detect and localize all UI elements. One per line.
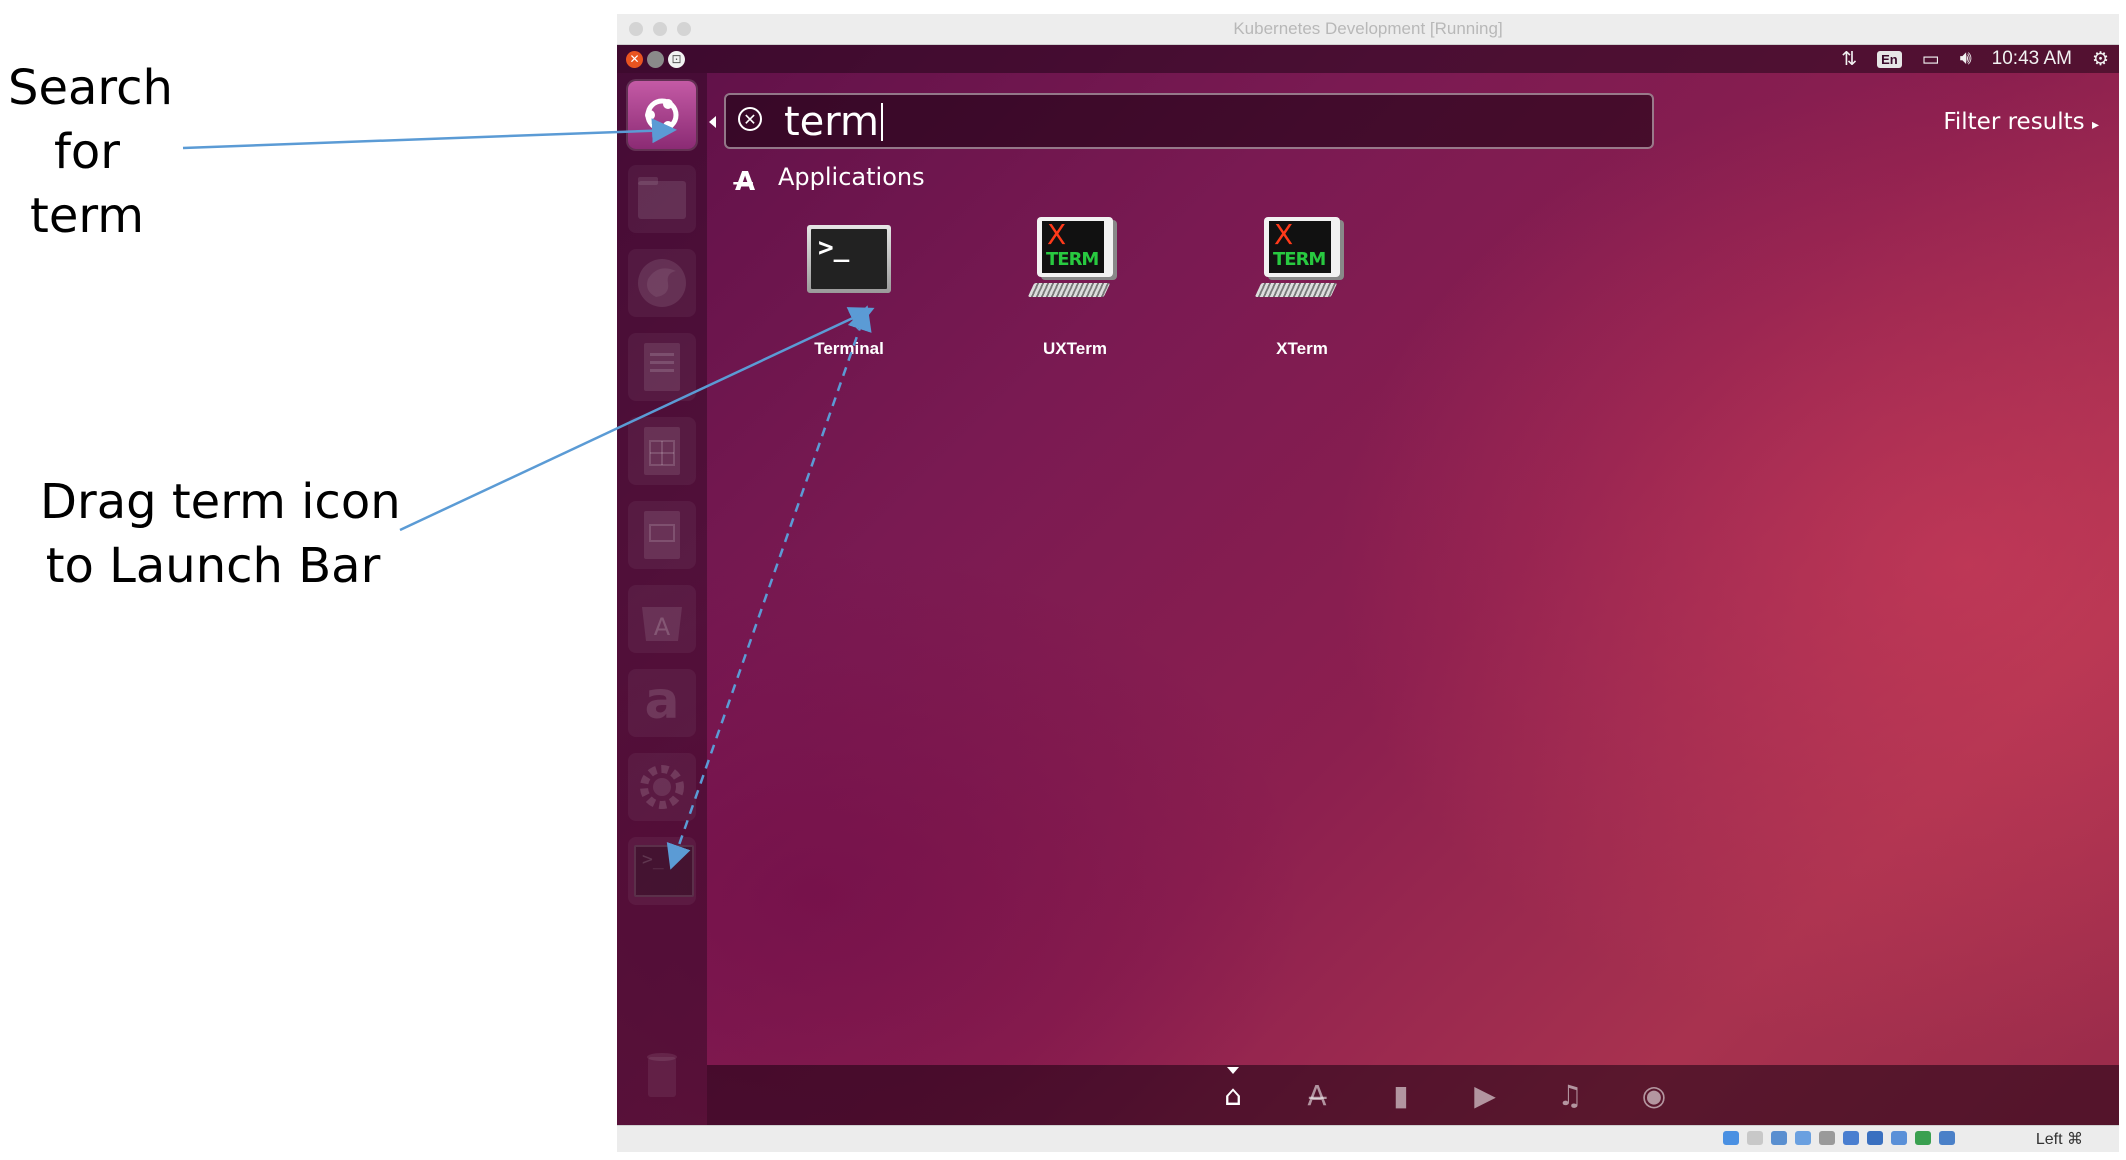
- chevron-right-icon: ▸: [2091, 117, 2099, 133]
- applications-category-icon: A̶: [735, 167, 756, 197]
- amazon-icon[interactable]: a: [628, 669, 696, 737]
- mouse-integration-icon[interactable]: [1939, 1131, 1955, 1145]
- display-icon[interactable]: [1867, 1131, 1883, 1145]
- annotation-line: Drag term icon: [40, 474, 401, 530]
- software-center-icon[interactable]: A: [628, 585, 696, 653]
- cpu-icon[interactable]: [1915, 1131, 1931, 1145]
- launcher: A a >_: [617, 73, 707, 1125]
- gear-icon[interactable]: ⚙: [2092, 48, 2109, 71]
- dash-minimize-button[interactable]: [647, 51, 664, 68]
- optical-drive-icon[interactable]: [1747, 1131, 1763, 1145]
- terminal-icon[interactable]: >_: [628, 837, 696, 905]
- dash-search-input[interactable]: ✕ term: [724, 93, 1654, 149]
- video-capture-icon[interactable]: [1891, 1131, 1907, 1145]
- annotation-line: for: [54, 124, 120, 180]
- usb-icon[interactable]: [1819, 1131, 1835, 1145]
- settings-icon[interactable]: [628, 753, 696, 821]
- xterm-icon: X TERM: [1037, 217, 1113, 277]
- dash-maximize-button[interactable]: ⊡: [668, 51, 685, 68]
- clock[interactable]: 10:43 AM: [1992, 48, 2072, 70]
- xterm-keyboard: [1254, 283, 1338, 297]
- home-icon[interactable]: ⌂: [1213, 1079, 1253, 1113]
- app-result-terminal[interactable]: >_ Terminal: [774, 225, 924, 358]
- annotation-line: Search: [8, 60, 173, 116]
- xterm-term-glyph: TERM: [1046, 249, 1099, 270]
- filter-results-button[interactable]: Filter results ▸: [1943, 109, 2099, 135]
- arrow-search: [182, 118, 677, 150]
- terminal-launcher-tile: >_: [634, 845, 694, 897]
- app-result-xterm[interactable]: X TERM XTerm: [1227, 217, 1377, 358]
- applications-icon[interactable]: A̶: [1297, 1079, 1337, 1113]
- window-title: Kubernetes Development [Running]: [1233, 19, 1503, 38]
- active-lens-marker: [1227, 1067, 1239, 1074]
- category-heading: Applications: [778, 163, 925, 191]
- battery-icon[interactable]: ▭: [1922, 48, 1940, 71]
- impress-icon[interactable]: [628, 501, 696, 569]
- xterm-term-glyph: TERM: [1273, 249, 1326, 270]
- text-caret: [881, 103, 883, 141]
- xterm-keyboard: [1027, 283, 1111, 297]
- music-icon[interactable]: ♫: [1550, 1079, 1590, 1113]
- panel-indicators: ⇅ En ▭ 🔊︎ 10:43 AM ⚙: [1841, 48, 2109, 70]
- top-panel: ✕ ⊡ ⇅ En ▭ 🔊︎ 10:43 AM ⚙: [617, 45, 2119, 73]
- audio-icon[interactable]: [1771, 1131, 1787, 1145]
- calc-icon[interactable]: [628, 417, 696, 485]
- svg-text:A: A: [654, 613, 671, 641]
- annotation-search: Search for term: [8, 56, 173, 248]
- ubuntu-dash-icon[interactable]: [628, 81, 696, 149]
- photos-icon[interactable]: ◉: [1634, 1079, 1674, 1113]
- clear-search-icon[interactable]: ✕: [738, 107, 762, 131]
- shared-folders-icon[interactable]: [1843, 1131, 1859, 1145]
- keyboard-language-indicator[interactable]: En: [1877, 50, 1902, 68]
- terminal-prompt-glyph: >_: [642, 849, 664, 870]
- xterm-icon: X TERM: [1264, 217, 1340, 277]
- app-result-uxterm[interactable]: X TERM UXTerm: [1000, 217, 1150, 358]
- vbox-status-bar: Left ⌘: [617, 1125, 2119, 1152]
- dash-lens-bar: ⌂ A̶ ▮ ▶ ♫ ◉: [707, 1065, 2119, 1125]
- video-icon[interactable]: ▶: [1465, 1079, 1505, 1113]
- search-text-wrap: term: [784, 99, 883, 145]
- search-query: term: [784, 99, 879, 145]
- terminal-prompt-glyph: >_: [818, 233, 850, 263]
- vm-desktop: ✕ ⊡ ⇅ En ▭ 🔊︎ 10:43 AM ⚙ A a >_ ✕ term F…: [617, 45, 2119, 1125]
- xterm-x-glyph: X: [1047, 218, 1067, 251]
- trash-icon[interactable]: [628, 1043, 696, 1111]
- dash-close-button[interactable]: ✕: [626, 51, 643, 68]
- annotation-line: term: [30, 188, 144, 244]
- xterm-x-glyph: X: [1274, 218, 1294, 251]
- network-adapter-icon[interactable]: [1795, 1131, 1811, 1145]
- volume-icon[interactable]: 🔊︎: [1960, 48, 1972, 70]
- network-icon[interactable]: ⇅: [1841, 48, 1857, 71]
- app-name: UXTerm: [1043, 339, 1107, 358]
- writer-icon[interactable]: [628, 333, 696, 401]
- launcher-active-marker: [709, 116, 716, 128]
- window-titlebar[interactable]: Kubernetes Development [Running]: [617, 14, 2119, 45]
- app-name: Terminal: [814, 339, 884, 358]
- app-name: XTerm: [1276, 339, 1328, 358]
- annotation-drag: Drag term icon to Launch Bar: [40, 470, 401, 598]
- terminal-icon: >_: [807, 225, 891, 293]
- hard-disk-icon[interactable]: [1723, 1131, 1739, 1145]
- files-icon[interactable]: ▮: [1381, 1079, 1421, 1113]
- firefox-icon[interactable]: [628, 249, 696, 317]
- host-key-label: Left ⌘: [2035, 1131, 2083, 1148]
- annotation-line: to Launch Bar: [45, 538, 381, 594]
- filter-label: Filter results: [1943, 109, 2085, 135]
- files-icon[interactable]: [628, 165, 696, 233]
